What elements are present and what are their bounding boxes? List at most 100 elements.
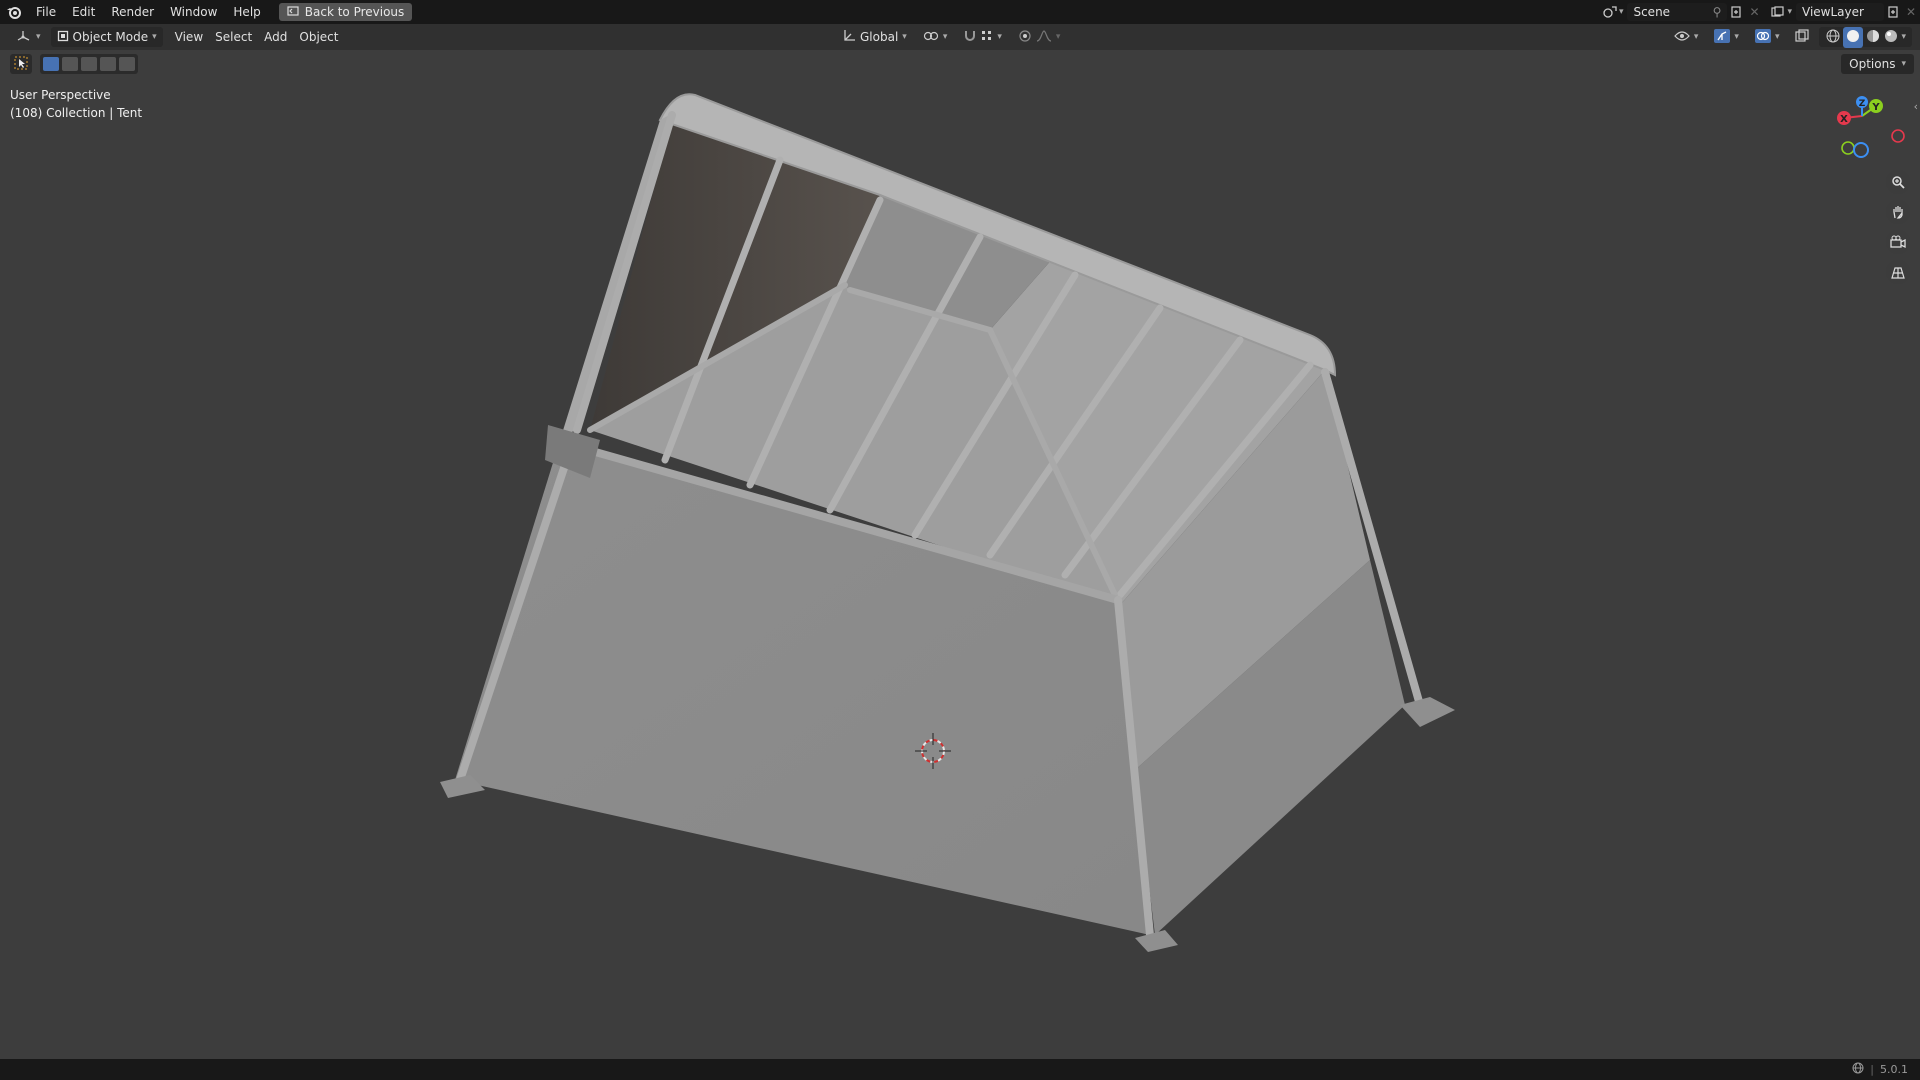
eye-icon [1674, 30, 1690, 45]
shading-mode-group: ▾ [1819, 26, 1912, 48]
material-shading-icon[interactable] [1865, 28, 1881, 47]
back-to-previous-label: Back to Previous [304, 5, 405, 19]
chevron-down-icon: ▾ [1901, 59, 1906, 69]
chevron-down-icon: ▾ [1693, 32, 1699, 42]
mode-selector[interactable]: Object Mode ▾ [50, 27, 163, 47]
select-extend-icon[interactable] [62, 57, 78, 71]
3d-viewport-icon [16, 29, 32, 46]
chevron-down-icon: ▾ [152, 32, 157, 42]
delete-view-layer-icon[interactable]: ✕ [1902, 3, 1920, 21]
chevron-down-icon: ▾ [1774, 32, 1780, 42]
xray-toggle[interactable] [1789, 27, 1815, 47]
selection-mode-group [40, 54, 138, 74]
gizmo-neg-x[interactable] [1891, 129, 1905, 143]
menu-file[interactable]: File [28, 0, 64, 24]
editor-type-button[interactable]: ▾ [10, 27, 47, 47]
gizmo-icon [1714, 28, 1731, 46]
tent-foot-right [1400, 697, 1455, 727]
orientation-label: Global [860, 30, 899, 44]
gizmo-x-label: X [1840, 114, 1848, 125]
view-perspective-label: User Perspective [10, 88, 111, 102]
back-icon [287, 5, 299, 19]
chevron-down-icon: ▾ [1055, 32, 1061, 42]
camera-view-icon[interactable] [1886, 230, 1910, 254]
visibility-selector[interactable]: ▾ [1668, 27, 1705, 47]
chevron-down-icon: ▾ [997, 32, 1002, 42]
xray-icon [1795, 28, 1810, 46]
blender-logo-icon[interactable] [0, 0, 28, 24]
chevron-down-icon: ▾ [36, 32, 41, 42]
status-divider: | [1870, 1063, 1874, 1076]
rendered-shading-icon[interactable] [1883, 28, 1899, 47]
pin-icon[interactable]: ⚲ [1713, 5, 1722, 19]
menu-object[interactable]: Object [293, 27, 344, 47]
view-layer-field[interactable]: ViewLayer [1796, 3, 1884, 21]
orientation-icon [842, 29, 856, 46]
options-dropdown[interactable]: Options ▾ [1841, 54, 1914, 74]
navigation-gizmo[interactable]: X Y Z [1818, 94, 1914, 164]
select-tool-button[interactable] [10, 54, 32, 74]
menu-add[interactable]: Add [258, 27, 293, 47]
view-layer-name: ViewLayer [1802, 5, 1864, 19]
back-to-previous-button[interactable]: Back to Previous [278, 3, 413, 21]
gizmo-toggle[interactable]: ▾ [1708, 27, 1745, 47]
menu-help[interactable]: Help [225, 0, 268, 24]
3d-viewport[interactable] [0, 50, 1920, 1059]
tent-foot-front [1135, 930, 1178, 952]
viewport-header: ▾ Object Mode ▾ View Select Add Object G… [0, 24, 1920, 50]
select-subtract-icon[interactable] [81, 57, 97, 71]
magnet-icon [963, 29, 977, 46]
view-layer-icon[interactable] [1769, 3, 1787, 21]
menu-select[interactable]: Select [209, 27, 258, 47]
status-bar: | 5.0.1 [0, 1059, 1920, 1080]
scene-name: Scene [1633, 5, 1671, 19]
transform-orientation-selector[interactable]: Global ▾ [836, 27, 913, 47]
menu-window[interactable]: Window [162, 0, 225, 24]
gizmo-y-label: Y [1871, 102, 1880, 113]
chevron-down-icon: ▾ [942, 32, 948, 42]
options-label: Options [1849, 57, 1896, 71]
gizmo-z-label: Z [1859, 99, 1866, 109]
menu-render[interactable]: Render [103, 0, 162, 24]
menu-edit[interactable]: Edit [64, 0, 103, 24]
select-invert-icon[interactable] [100, 57, 116, 71]
chevron-down-icon: ▾ [1734, 32, 1739, 42]
gizmo-neg-y[interactable] [1841, 141, 1855, 155]
chevron-down-icon: ▾ [902, 32, 907, 42]
select-new-icon[interactable] [43, 57, 59, 71]
snap-toggle[interactable]: ▾ [957, 27, 1008, 47]
wireframe-shading-icon[interactable] [1825, 28, 1841, 47]
tent-model[interactable] [440, 93, 1455, 952]
scene-name-field[interactable]: Scene ⚲ [1627, 3, 1728, 21]
chevron-down-icon[interactable]: ▾ [1901, 32, 1906, 42]
chevron-down-icon: ▾ [1618, 7, 1624, 17]
top-bar: File Edit Render Window Help Back to Pre… [0, 0, 1920, 24]
new-view-layer-icon[interactable] [1884, 3, 1902, 21]
pivot-icon [923, 30, 939, 45]
solid-shading-icon[interactable] [1843, 26, 1864, 48]
tool-settings-row [10, 54, 138, 74]
viewport-info: User Perspective (108) Collection | Tent [10, 86, 142, 122]
globe-icon [1852, 1062, 1864, 1077]
proportional-editing-icon [1018, 29, 1032, 46]
pivot-point-selector[interactable]: ▾ [917, 27, 954, 47]
zoom-icon[interactable] [1886, 170, 1910, 194]
collection-info-label: (108) Collection | Tent [10, 106, 143, 120]
menu-view[interactable]: View [169, 27, 209, 47]
new-scene-icon[interactable] [1727, 3, 1745, 21]
cursor-icon [14, 56, 28, 73]
delete-scene-icon[interactable]: ✕ [1745, 3, 1763, 21]
falloff-icon [1036, 29, 1052, 45]
snap-grid-icon [981, 30, 993, 45]
overlays-toggle[interactable]: ▾ [1749, 27, 1786, 47]
orthographic-grid-icon[interactable] [1886, 260, 1910, 284]
gizmo-neg-z[interactable] [1853, 142, 1869, 158]
select-intersect-icon[interactable] [119, 57, 135, 71]
version-label: 5.0.1 [1880, 1063, 1908, 1076]
scene-browse-icon[interactable] [1601, 3, 1619, 21]
chevron-down-icon: ▾ [1787, 7, 1792, 17]
proportional-editing-toggle[interactable]: ▾ [1012, 27, 1067, 47]
sidebar-toggle-icon[interactable]: ‹ [1914, 100, 1918, 113]
pan-hand-icon[interactable] [1886, 200, 1910, 224]
object-mode-icon [57, 30, 69, 45]
